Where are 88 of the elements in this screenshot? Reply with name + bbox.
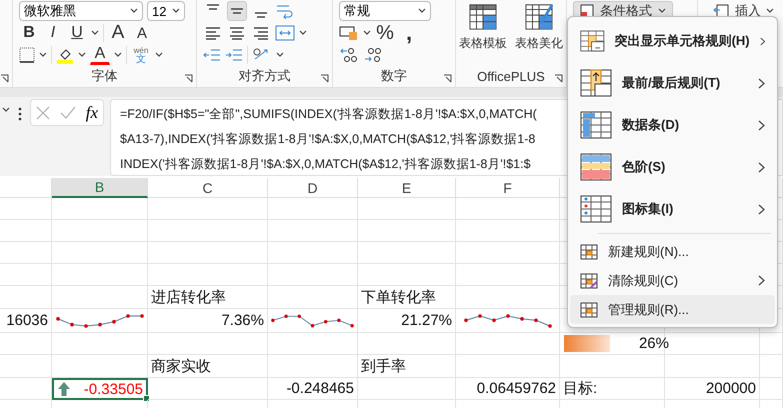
table-cell: 目标: bbox=[560, 378, 665, 400]
launcher-icon[interactable] bbox=[0, 74, 9, 83]
up-arrow-icon bbox=[57, 381, 71, 397]
group-label: 字体 bbox=[90, 67, 118, 85]
caret-icon bbox=[276, 52, 284, 58]
caret-icon bbox=[2, 107, 10, 113]
caret-icon bbox=[766, 8, 774, 14]
caret-icon bbox=[418, 8, 426, 14]
column-header[interactable]: D bbox=[268, 178, 358, 198]
accounting-format-icon[interactable] bbox=[339, 25, 359, 41]
table-cell: 进店转化率 bbox=[148, 286, 268, 309]
caret-icon bbox=[299, 30, 307, 36]
caret-icon bbox=[363, 30, 371, 36]
insert-function-button[interactable]: fx bbox=[86, 102, 98, 122]
menu-item[interactable]: 管理规则(R)... bbox=[570, 295, 775, 324]
fill-handle[interactable] bbox=[143, 395, 150, 402]
launcher-icon[interactable] bbox=[554, 74, 563, 83]
caret-icon bbox=[172, 8, 180, 14]
table-style-button[interactable]: 表格模板 bbox=[459, 1, 507, 67]
shrink-font-button[interactable]: A bbox=[132, 23, 152, 43]
caret-icon bbox=[658, 8, 666, 14]
borders-icon[interactable] bbox=[19, 47, 35, 63]
italic-button[interactable]: I bbox=[43, 23, 63, 43]
underline-button[interactable]: U bbox=[67, 23, 87, 43]
color-scale-icon bbox=[580, 153, 612, 181]
table-template-icon bbox=[468, 3, 498, 31]
phonetic-button[interactable]: wén 文 bbox=[131, 45, 151, 65]
caret-icon bbox=[114, 52, 122, 58]
cell-value: 26% bbox=[638, 335, 669, 352]
eraser-table-icon bbox=[580, 272, 598, 288]
grow-font-button[interactable]: A bbox=[108, 23, 128, 43]
launcher-icon[interactable] bbox=[443, 74, 452, 83]
comma-button[interactable]: , bbox=[399, 23, 419, 43]
group-label: 对齐方式 bbox=[238, 67, 292, 85]
data-bars-icon bbox=[580, 111, 612, 139]
align-center-icon bbox=[229, 26, 245, 40]
menu-item[interactable]: 突出显示单元格规则(H) bbox=[570, 20, 775, 62]
table-brush-icon bbox=[524, 3, 554, 31]
decrease-decimal-icon[interactable] bbox=[363, 46, 383, 64]
table-cell: 到手率 bbox=[358, 355, 456, 378]
menu-item[interactable]: 新建规则(N)... bbox=[570, 237, 775, 266]
increase-indent-icon[interactable] bbox=[225, 48, 243, 62]
table-cell: 21.27% bbox=[358, 309, 456, 333]
bold-button[interactable]: B bbox=[19, 23, 39, 43]
table-cell: 下单转化率 bbox=[358, 286, 456, 309]
icon-sets-icon bbox=[580, 195, 612, 223]
caret-icon bbox=[39, 52, 47, 58]
decrease-indent-icon[interactable] bbox=[203, 48, 221, 62]
align-icon bbox=[205, 4, 221, 10]
table-cell: -0.248465 bbox=[268, 378, 358, 400]
table-cell: 16036 bbox=[0, 309, 52, 333]
launcher-icon[interactable] bbox=[320, 74, 329, 83]
caret-icon bbox=[91, 30, 99, 36]
menu-item[interactable]: 图标集(I) bbox=[570, 188, 775, 230]
column-header[interactable]: B bbox=[52, 178, 148, 198]
launcher-icon[interactable] bbox=[184, 74, 193, 83]
percent-button[interactable]: % bbox=[375, 23, 395, 43]
align-icon bbox=[253, 12, 269, 18]
font-size-dropdown[interactable]: 12 bbox=[147, 1, 185, 21]
selected-cell[interactable]: -0.33505 bbox=[52, 378, 148, 400]
caret-icon bbox=[155, 52, 163, 58]
cell-value: -0.33505 bbox=[84, 380, 143, 398]
table-cell: 200000 bbox=[665, 378, 760, 400]
column-header[interactable]: F bbox=[456, 178, 560, 198]
column-header[interactable]: C bbox=[148, 178, 268, 198]
font-color-button[interactable]: A bbox=[90, 45, 110, 65]
table-cell: 7.36% bbox=[148, 309, 268, 333]
vertical-align-button[interactable] bbox=[227, 1, 247, 21]
wrap-text-icon[interactable] bbox=[275, 3, 293, 19]
more-icon[interactable] bbox=[18, 107, 22, 121]
align-right-icon bbox=[253, 26, 269, 40]
table-style-button[interactable]: 表格美化 bbox=[515, 1, 563, 67]
menu-item[interactable]: 数据条(D) bbox=[570, 104, 775, 146]
group-label: 数字 bbox=[380, 67, 408, 85]
menu-item[interactable]: 清除规则(C) bbox=[570, 266, 775, 295]
group-label: OfficePLUS bbox=[476, 68, 546, 85]
align-icon bbox=[229, 8, 245, 14]
caret-icon bbox=[78, 52, 86, 58]
increase-decimal-icon[interactable] bbox=[339, 46, 359, 64]
font-name-dropdown[interactable]: 微软雅黑 bbox=[19, 1, 143, 21]
merge-cells-icon[interactable] bbox=[275, 25, 295, 41]
number-format-dropdown[interactable]: 常规 bbox=[339, 1, 431, 21]
align-left-icon bbox=[205, 26, 221, 40]
column-header[interactable]: E bbox=[358, 178, 456, 198]
check-icon[interactable] bbox=[60, 106, 76, 120]
table-cell: 商家实收 bbox=[148, 355, 268, 378]
caret-icon bbox=[130, 8, 138, 14]
table-cell: 0.06459762 bbox=[456, 378, 560, 400]
